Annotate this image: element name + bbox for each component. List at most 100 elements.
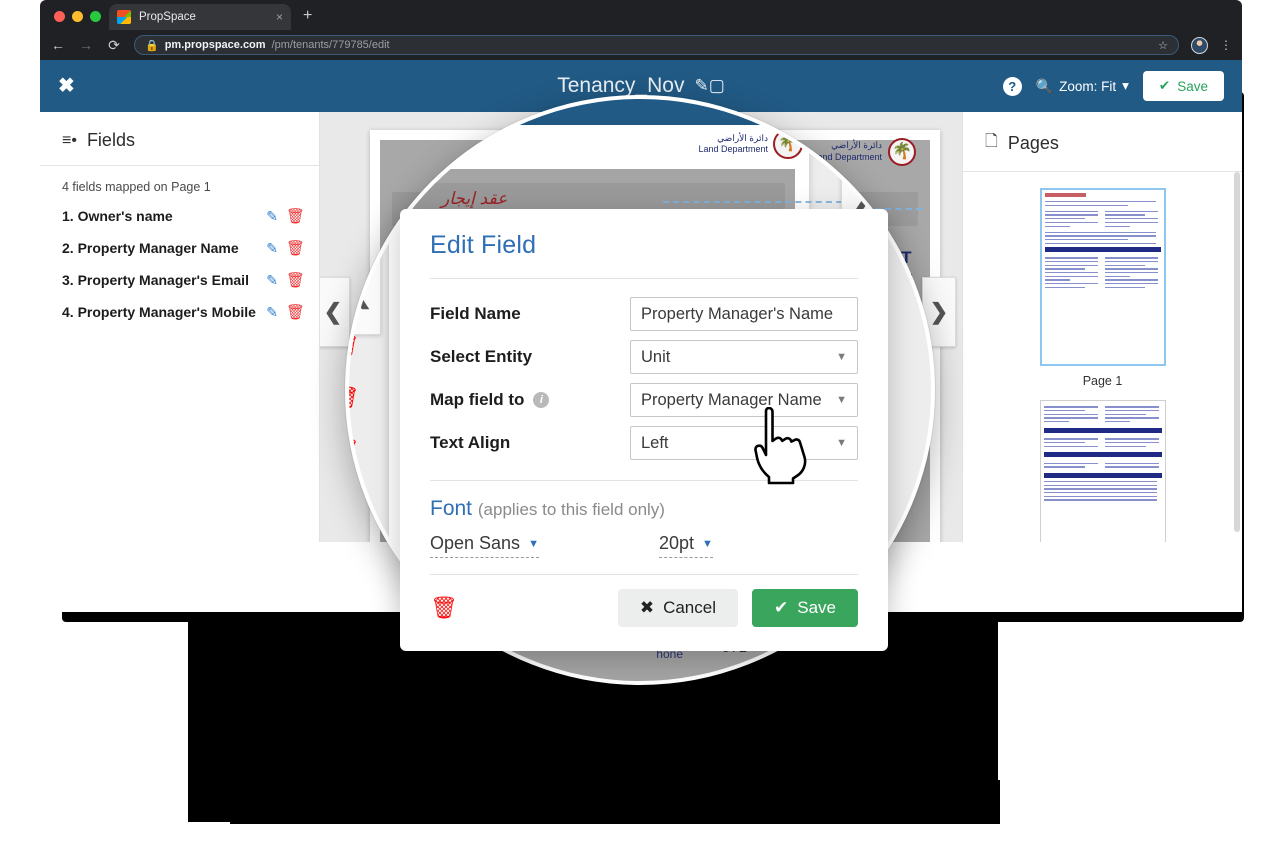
select-entity-value: Unit <box>641 347 671 366</box>
edit-title-icon[interactable]: ✎▢ <box>694 76 724 96</box>
field-label: 2. Property Manager Name <box>62 240 239 256</box>
bookmark-star-icon[interactable]: ☆ <box>1158 39 1168 52</box>
edit-icon[interactable]: ✎ <box>266 272 278 289</box>
new-tab-icon[interactable]: + <box>303 8 312 24</box>
map-field-to-dropdown[interactable]: Property Manager Name ▼ <box>630 383 858 417</box>
chevron-down-icon: ▼ <box>702 537 713 550</box>
select-entity-label: Select Entity <box>430 347 533 366</box>
delete-icon[interactable]: 🗑 <box>286 207 305 225</box>
select-entity-dropdown[interactable]: Unit ▼ <box>630 340 858 374</box>
page-thumbnail-caption: Page 1 <box>1082 374 1123 388</box>
delete-icon[interactable]: 🗑 <box>286 271 305 289</box>
browser-toolbar: ← → ⟳ 🔒 pm.propspace.com/pm/tenants/7797… <box>40 30 1242 60</box>
info-icon[interactable]: i <box>533 392 550 408</box>
edit-field-dialog: Edit Field Field Name Property Manager's… <box>400 209 888 651</box>
save-button[interactable]: ✔ Save <box>1142 71 1224 101</box>
fields-list: 1. Owner's name ✎ 🗑 2. Property Manager … <box>40 200 319 328</box>
close-window-dot[interactable] <box>54 11 65 22</box>
url-path: /pm/tenants/779785/edit <box>271 39 390 51</box>
lock-icon: 🔒 <box>145 39 159 52</box>
list-item[interactable]: 3. Property Manager's Email ✎ 🗑 <box>40 264 319 296</box>
forward-icon[interactable]: → <box>78 38 94 52</box>
cancel-button[interactable]: ✖ Cancel <box>617 589 738 627</box>
browser-tabstrip: PropSpace × + <box>40 0 1242 30</box>
list-icon: ≡• <box>62 131 77 149</box>
magnified-document-logo: دائرة الأراضي Land Department 🌴 <box>698 129 803 159</box>
tab-title: PropSpace <box>139 11 196 23</box>
address-bar[interactable]: 🔒 pm.propspace.com/pm/tenants/779785/edi… <box>134 35 1179 55</box>
map-field-to-text: Map field to <box>430 390 525 409</box>
pages-panel-header: 🗋 Pages <box>963 112 1242 172</box>
browser-tab[interactable]: PropSpace × <box>109 4 291 30</box>
delete-icon[interactable]: 🗑 <box>286 303 305 321</box>
delete-field-button[interactable]: 🗑 <box>430 595 458 621</box>
magnified-app-header <box>349 99 931 125</box>
field-name-label: Field Name <box>430 304 521 323</box>
page-thumbnail-preview <box>1043 404 1162 542</box>
minimize-window-dot[interactable] <box>72 11 83 22</box>
page-thumbnail[interactable] <box>1039 400 1166 542</box>
font-size-value: 20pt <box>658 533 694 553</box>
close-editor-icon[interactable]: ✖ <box>58 76 75 96</box>
list-item[interactable]: 2. Property Manager Name ✎ 🗑 <box>40 232 319 264</box>
maximize-window-dot[interactable] <box>90 11 101 22</box>
signature-arabic: عقد إيجار <box>441 189 508 208</box>
font-size-picker[interactable]: 20pt ▼ <box>658 533 713 558</box>
pages-scrollbar[interactable] <box>1234 172 1240 532</box>
chevron-right-icon: ❯ <box>929 299 949 324</box>
form-row-map-field-to: Map field to i Property Manager Name ▼ <box>430 383 858 417</box>
pages-thumbnail-list: Page 1 <box>963 172 1242 542</box>
zoom-control[interactable]: 🔍 Zoom: Fit ▾ <box>1036 78 1129 95</box>
font-family-value: Open Sans <box>430 533 521 553</box>
chevron-left-icon: ❮ <box>323 299 343 324</box>
text-align-label: Text Align <box>430 433 511 452</box>
help-icon[interactable]: ? <box>1002 76 1022 96</box>
text-align-value: Left <box>641 433 669 452</box>
map-field-to-value: Property Manager Name <box>641 390 822 409</box>
dialog-footer: 🗑 ✖ Cancel ✔ Save <box>400 575 888 627</box>
previous-page-button[interactable]: ❮ <box>320 277 350 347</box>
save-field-button[interactable]: ✔ Save <box>752 589 858 627</box>
chevron-down-icon: ▼ <box>836 437 847 449</box>
propspace-favicon-icon <box>117 10 131 24</box>
form-row-text-align: Text Align Left ▼ <box>430 426 858 460</box>
list-item[interactable]: 1. Owner's name ✎ 🗑 <box>40 200 319 232</box>
check-icon: ✔ <box>1158 78 1171 93</box>
check-icon: ✔ <box>774 598 789 617</box>
chevron-down-icon: ▾ <box>1122 78 1129 93</box>
field-label: 1. Owner's name <box>62 208 173 224</box>
edit-icon[interactable]: ✎ <box>266 208 278 225</box>
delete-icon[interactable]: 🗑 <box>286 239 305 257</box>
chevron-down-icon: ▼ <box>836 351 847 363</box>
close-icon: ✖ <box>639 598 655 617</box>
edit-icon[interactable]: ✎ <box>266 304 278 321</box>
page-thumbnail[interactable] <box>1039 188 1166 366</box>
cancel-button-label: Cancel <box>663 598 716 617</box>
map-field-to-label: Map field to i <box>430 390 630 410</box>
profile-avatar-icon[interactable] <box>1191 36 1208 54</box>
delete-icon[interactable]: 🗑 <box>349 385 360 411</box>
form-row-select-entity: Select Entity Unit ▼ <box>430 340 858 374</box>
pages-panel-title: Pages <box>1007 133 1059 153</box>
header-actions: ? 🔍 Zoom: Fit ▾ ✔ Save <box>1002 71 1224 101</box>
chevron-down-icon: ▼ <box>528 537 539 550</box>
reload-icon[interactable]: ⟳ <box>106 38 122 52</box>
field-name-input[interactable]: Property Manager's Name <box>630 297 858 331</box>
font-section-heading: Font (applies to this field only) <box>400 481 888 521</box>
browser-menu-icon[interactable]: ⋮ <box>1220 39 1232 51</box>
magnifier-icon: 🔍 <box>1035 77 1054 94</box>
edit-icon[interactable]: ✎ <box>266 240 278 257</box>
window-traffic-lights[interactable] <box>50 11 109 30</box>
text-align-dropdown[interactable]: Left ▼ <box>630 426 858 460</box>
pages-icon: 🗋 <box>985 133 998 150</box>
font-family-picker[interactable]: Open Sans ▼ <box>430 533 539 558</box>
close-icon[interactable]: × <box>276 11 283 23</box>
font-heading-note: (applies to this field only) <box>477 500 665 519</box>
pages-panel: 🗋 Pages Page 1 <box>962 112 1242 542</box>
window-shadow-tail <box>230 780 1000 824</box>
fields-panel-title: Fields <box>86 130 135 150</box>
back-icon[interactable]: ← <box>50 38 66 52</box>
list-item[interactable]: 4. Property Manager's Mobile ✎ 🗑 <box>40 296 319 328</box>
fields-panel: ≡• Fields 4 fields mapped on Page 1 1. O… <box>40 112 320 542</box>
field-name-value: Property Manager's Name <box>641 304 834 323</box>
